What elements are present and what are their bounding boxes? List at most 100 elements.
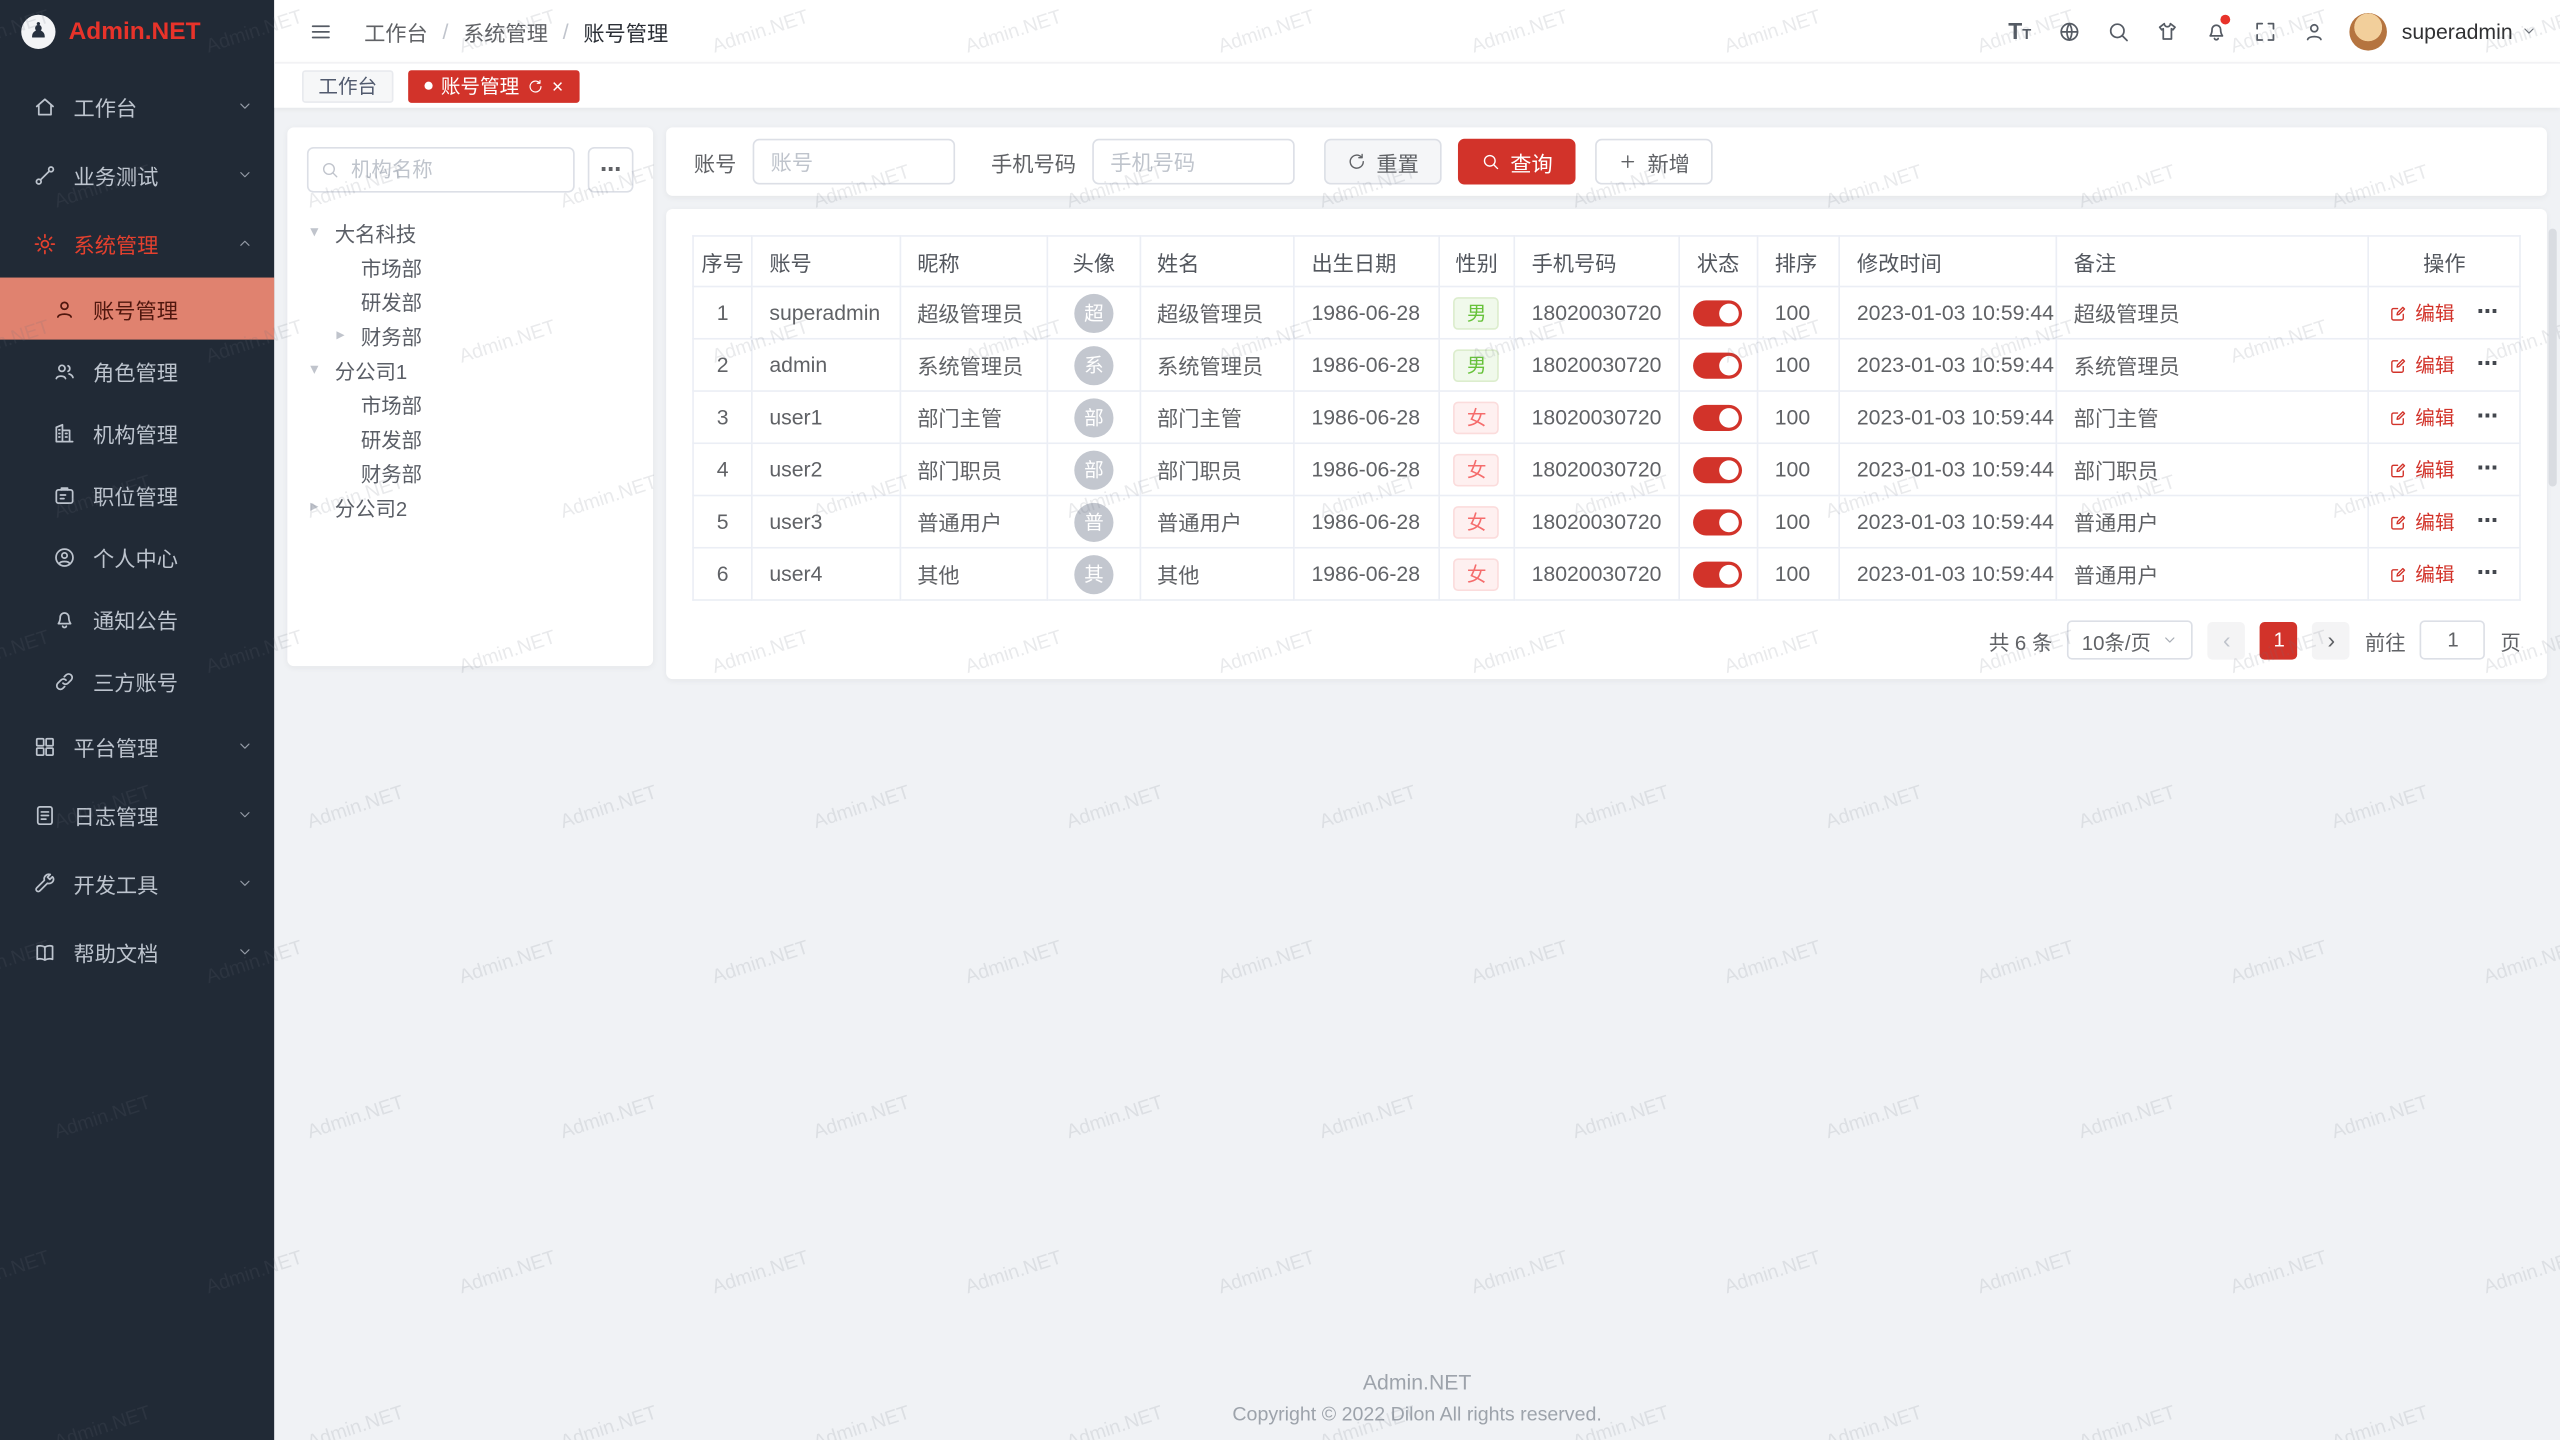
font-size-icon[interactable]: TT	[1997, 8, 2043, 54]
sidebar-item-workbench[interactable]: 工作台	[0, 72, 274, 141]
fullscreen-icon[interactable]	[2242, 8, 2288, 54]
scrollbar-thumb[interactable]	[2549, 229, 2557, 487]
table-row: 4 user2 部门职员 部 部门职员 1986-06-28	[693, 443, 2520, 495]
prev-page-button[interactable]: ‹	[2208, 621, 2246, 659]
cell-nickname: 部门职员	[900, 443, 1048, 495]
more-actions-button[interactable]: ⋯	[2477, 299, 2500, 323]
tree-caret-icon[interactable]: ▾	[310, 224, 334, 242]
status-toggle[interactable]	[1694, 509, 1743, 535]
tree-caret-icon[interactable]: ▾	[310, 361, 334, 379]
sidebar-item-position-management[interactable]: 职位管理	[0, 464, 274, 526]
avatar: 系	[1074, 345, 1113, 384]
edit-icon	[2389, 460, 2409, 480]
edit-button[interactable]: 编辑	[2389, 351, 2454, 379]
breadcrumb-item[interactable]: 工作台	[364, 16, 428, 47]
tree-node-label: 分公司1	[335, 354, 408, 385]
current-page-button[interactable]: 1	[2260, 621, 2298, 659]
page-size-select[interactable]: 10条/页	[2067, 620, 2193, 659]
sidebar-item-business-test[interactable]: 业务测试	[0, 140, 274, 209]
edit-button[interactable]: 编辑	[2389, 403, 2454, 431]
status-toggle[interactable]	[1694, 561, 1743, 587]
next-page-button[interactable]: ›	[2313, 621, 2351, 659]
sidebar-item-dev-tools[interactable]: 开发工具	[0, 849, 274, 918]
cell-gender: 男	[1439, 287, 1515, 339]
more-actions-button[interactable]: ⋯	[2477, 508, 2500, 532]
add-button[interactable]: 新增	[1595, 139, 1713, 185]
tab-workbench[interactable]: 工作台	[302, 69, 393, 102]
edit-button[interactable]: 编辑	[2389, 508, 2454, 536]
tree-caret-icon[interactable]: ▸	[336, 327, 360, 345]
close-tab-icon[interactable]: ×	[552, 76, 563, 96]
org-search-input[interactable]	[307, 147, 575, 193]
col-remark: 备注	[2057, 236, 2369, 287]
phone-input[interactable]	[1092, 139, 1294, 185]
sidebar-item-help-docs[interactable]: 帮助文档	[0, 918, 274, 987]
goto-page-input[interactable]	[2420, 620, 2485, 659]
cell-phone: 18020030720	[1514, 443, 1678, 495]
cell-remark: 普通用户	[2057, 496, 2369, 548]
bell-icon	[52, 607, 76, 631]
edit-icon	[2389, 407, 2409, 427]
active-tab-dot	[425, 82, 433, 90]
tree-node[interactable]: 研发部	[307, 421, 634, 455]
user-icon[interactable]	[2291, 8, 2337, 54]
status-toggle[interactable]	[1694, 457, 1743, 483]
status-toggle[interactable]	[1694, 405, 1743, 431]
tree-node[interactable]: 市场部	[307, 387, 634, 421]
chevron-down-icon	[237, 807, 253, 823]
tree-node[interactable]: ▾ 大名科技	[307, 216, 634, 250]
sidebar-item-role-management[interactable]: 角色管理	[0, 340, 274, 402]
edit-button[interactable]: 编辑	[2389, 299, 2454, 327]
cell-order: 100	[1758, 496, 1840, 548]
tree-node[interactable]: ▸ 分公司2	[307, 490, 634, 524]
cell-order: 100	[1758, 391, 1840, 443]
sidebar-item-log-management[interactable]: 日志管理	[0, 780, 274, 849]
phone-label: 手机号码	[991, 146, 1076, 177]
cell-avatar: 部	[1048, 443, 1140, 495]
account-input[interactable]	[753, 139, 955, 185]
cell-gender: 男	[1439, 339, 1515, 391]
collapse-menu-icon[interactable]	[297, 8, 343, 54]
more-actions-button[interactable]: ⋯	[2477, 351, 2500, 375]
table-row: 2 admin 系统管理员 系 系统管理员 1986-06-28	[693, 339, 2520, 391]
sidebar-item-notice[interactable]: 通知公告	[0, 588, 274, 650]
tree-node[interactable]: 市场部	[307, 250, 634, 284]
sidebar-item-system-management[interactable]: 系统管理	[0, 209, 274, 278]
notification-bell-icon[interactable]	[2193, 8, 2239, 54]
reset-button[interactable]: 重置	[1324, 139, 1442, 185]
cell-status	[1679, 496, 1758, 548]
edit-button[interactable]: 编辑	[2389, 560, 2454, 588]
theme-icon[interactable]	[2144, 8, 2190, 54]
tree-node[interactable]: 研发部	[307, 284, 634, 318]
cell-avatar: 系	[1048, 339, 1140, 391]
gender-badge: 男	[1454, 296, 1500, 329]
tree-caret-icon[interactable]: ▸	[310, 498, 334, 516]
app-logo[interactable]: ♟ Admin.NET	[0, 0, 274, 62]
status-toggle[interactable]	[1694, 300, 1743, 326]
sidebar-item-account-management[interactable]: 账号管理	[0, 278, 274, 340]
tree-node-label: 研发部	[361, 286, 422, 317]
search-icon[interactable]	[2095, 8, 2141, 54]
more-actions-button[interactable]: ⋯	[2477, 455, 2500, 479]
tree-node[interactable]: 财务部	[307, 456, 634, 490]
avatar[interactable]	[2349, 12, 2387, 50]
sidebar-item-org-management[interactable]: 机构管理	[0, 402, 274, 464]
tree-node[interactable]: ▸ 财务部	[307, 318, 634, 352]
col-name: 姓名	[1140, 236, 1294, 287]
status-toggle[interactable]	[1694, 352, 1743, 378]
user-menu[interactable]: superadmin	[2402, 19, 2537, 43]
avatar: 普	[1074, 502, 1113, 541]
search-button[interactable]: 查询	[1458, 139, 1576, 185]
refresh-tab-icon[interactable]	[527, 78, 543, 94]
more-actions-button[interactable]: ⋯	[2477, 403, 2500, 427]
sidebar-item-third-party-account[interactable]: 三方账号	[0, 650, 274, 712]
tab-account-management[interactable]: 账号管理 ×	[408, 69, 579, 102]
language-icon[interactable]	[2046, 8, 2092, 54]
edit-button[interactable]: 编辑	[2389, 456, 2454, 484]
sidebar-item-platform-management[interactable]: 平台管理	[0, 712, 274, 781]
tree-node[interactable]: ▾ 分公司1	[307, 353, 634, 387]
more-actions-button[interactable]: ⋯	[2477, 560, 2500, 584]
org-more-button[interactable]: ⋯	[588, 147, 634, 193]
sidebar-item-personal-center[interactable]: 个人中心	[0, 526, 274, 588]
breadcrumb-item[interactable]: 系统管理	[463, 16, 548, 47]
